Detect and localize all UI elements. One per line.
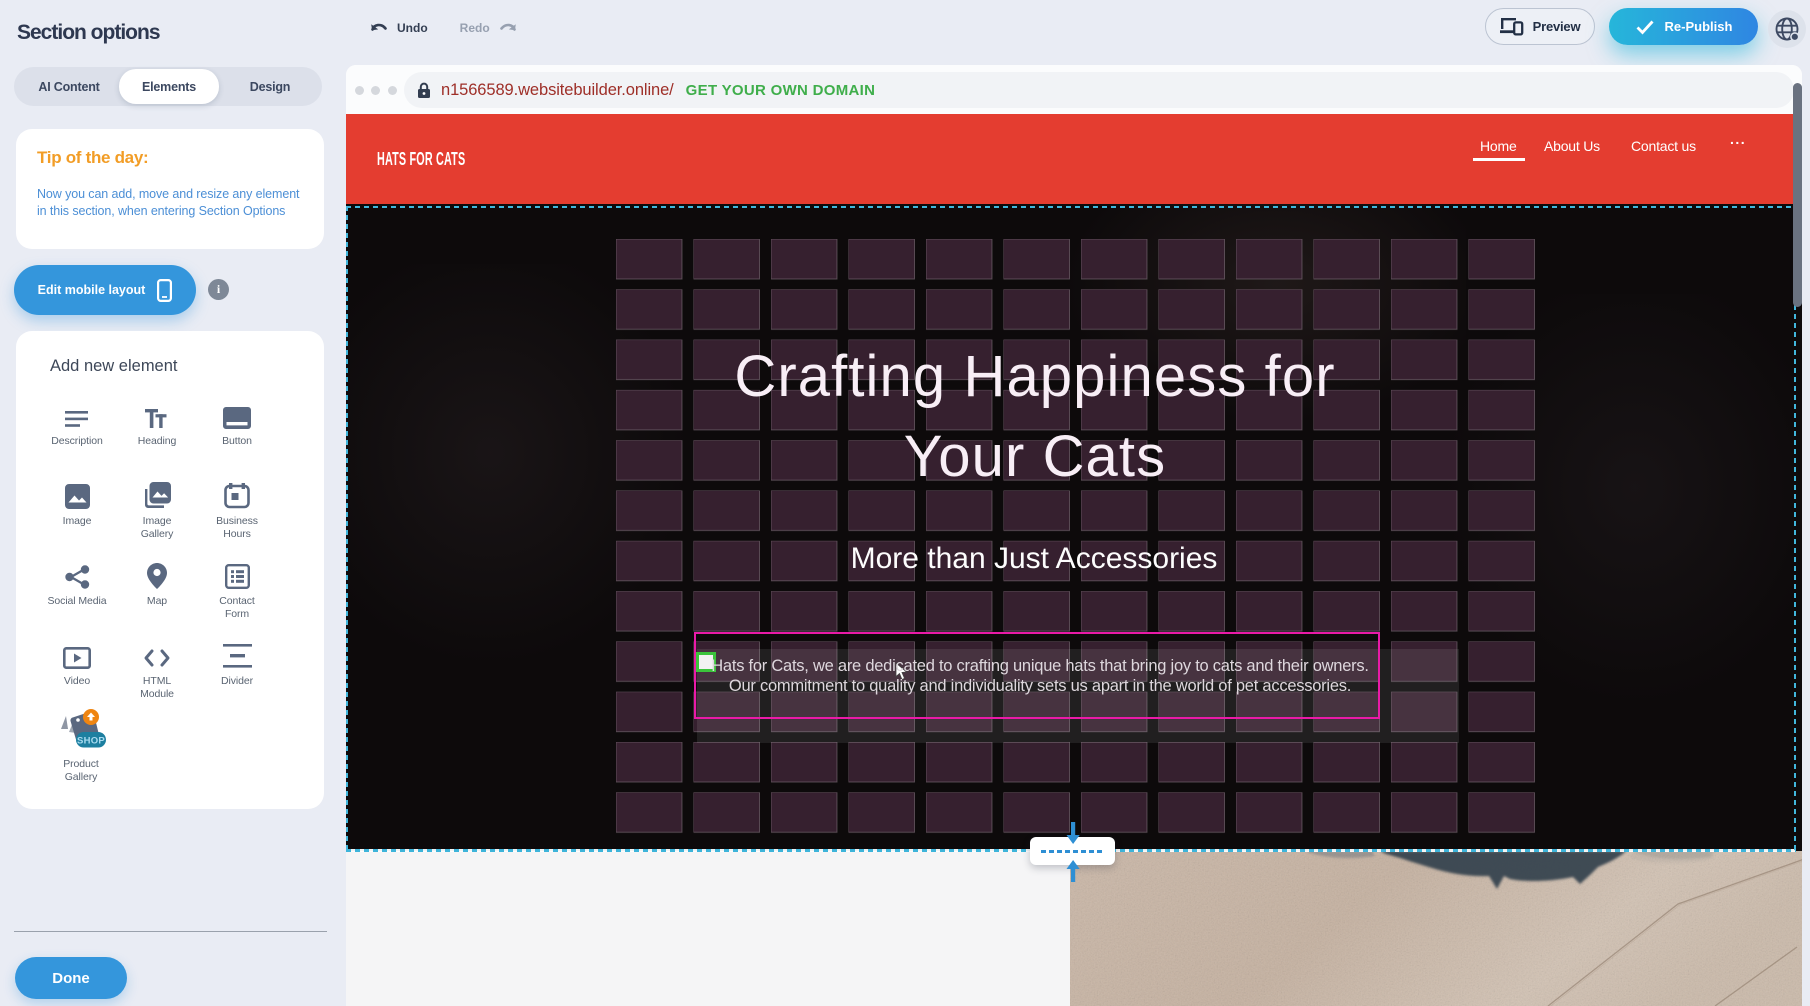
svg-text:SHOP: SHOP [77, 736, 105, 747]
